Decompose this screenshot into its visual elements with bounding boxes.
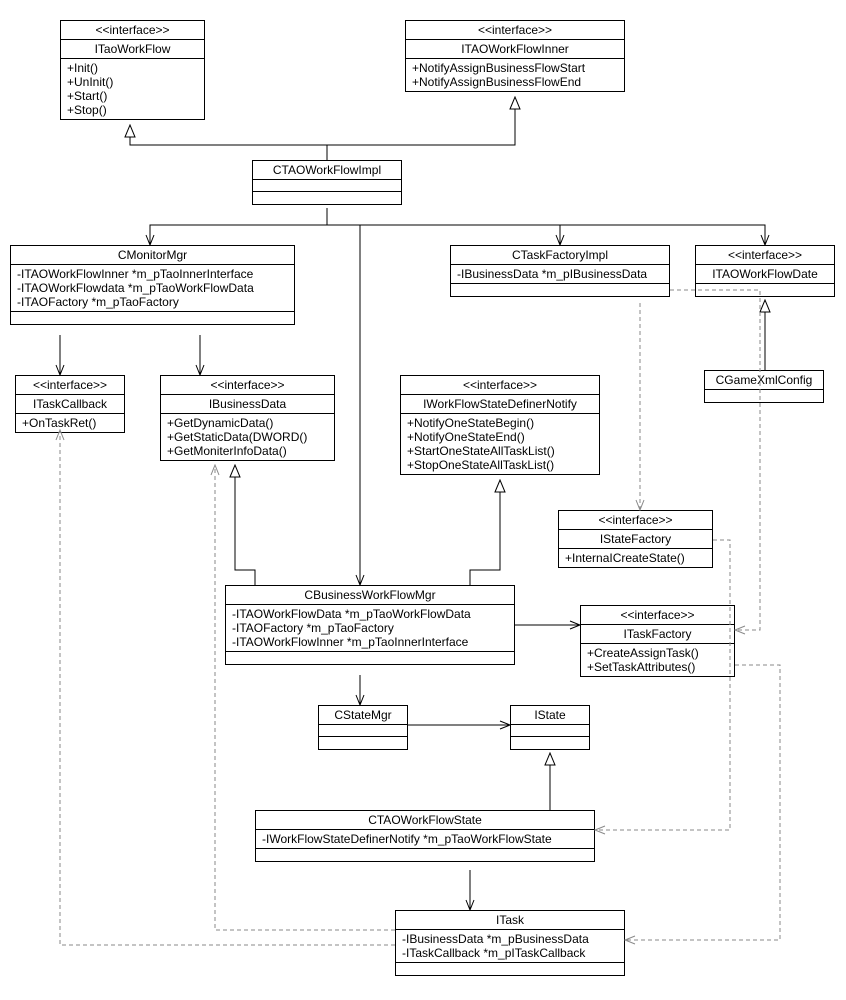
class-name: IWorkFlowStateDefinerNotify [401,395,599,414]
stereotype-label: <<interface>> [581,606,734,625]
class-name: ITask [396,911,624,930]
attribute: -IBusinessData *m_pIBusinessData [457,267,663,281]
class-iworkflowstatedefinernotify: <<interface>> IWorkFlowStateDefinerNotif… [400,375,600,475]
stereotype-label: <<interface>> [16,376,124,395]
class-istatefactory: <<interface>> IStateFactory +InternaICre… [558,510,713,568]
operation: +SetTaskAttributes() [587,660,728,674]
attribute: -ITAOWorkFlowInner *m_pTaoInnerInterface [232,635,508,649]
class-itaoworkflowdate: <<interface>> ITAOWorkFlowDate [695,245,835,297]
class-name: CTaskFactoryImpl [451,246,669,265]
class-name: CBusinessWorkFlowMgr [226,586,514,605]
class-name: CTAOWorkFlowState [256,811,594,830]
operation: +GetDynamicData() [167,416,328,430]
class-cmonitormgr: CMonitorMgr -ITAOWorkFlowInner *m_pTaoIn… [10,245,295,325]
stereotype-label: <<interface>> [696,246,834,265]
class-name: ITaskFactory [581,625,734,644]
attribute: -IBusinessData *m_pBusinessData [402,932,618,946]
attribute: -ITAOWorkFlowData *m_pTaoWorkFlowData [232,607,508,621]
class-ibusinessdata: <<interface>> IBusinessData +GetDynamicD… [160,375,335,461]
class-itaskfactory: <<interface>> ITaskFactory +CreateAssign… [580,605,735,677]
class-name: CMonitorMgr [11,246,294,265]
operation: +NotifyOneStateEnd() [407,430,593,444]
operation: +NotifyAssignBusinessFlowEnd [412,75,618,89]
operation: +NotifyOneStateBegin() [407,416,593,430]
class-cgamexmlconfig: CGameXmlConfig [704,370,824,403]
class-name: CTAOWorkFlowImpl [253,161,401,180]
operation: +Init() [67,61,198,75]
operation: +OnTaskRet() [22,416,118,430]
operation: +Start() [67,89,198,103]
attribute: -ITAOWorkFlowInner *m_pTaoInnerInterface [17,267,288,281]
operation: +CreateAssignTask() [587,646,728,660]
class-name: IStateFactory [559,530,712,549]
class-itask: ITask -IBusinessData *m_pBusinessData -I… [395,910,625,976]
class-cbusinessworkflowmgr: CBusinessWorkFlowMgr -ITAOWorkFlowData *… [225,585,515,665]
operation: +StartOneStateAllTaskList() [407,444,593,458]
class-name: IState [511,706,589,725]
class-ctaoworkflowstate: CTAOWorkFlowState -IWorkFlowStateDefiner… [255,810,595,862]
operation: +NotifyAssignBusinessFlowStart [412,61,618,75]
class-itaoworkflowinner: <<interface>> ITAOWorkFlowInner +NotifyA… [405,20,625,92]
operation: +InternaICreateState() [565,551,706,565]
class-ctaoworkflowimpl: CTAOWorkFlowImpl [252,160,402,205]
stereotype-label: <<interface>> [401,376,599,395]
stereotype-label: <<interface>> [406,21,624,40]
operation: +GetMoniterInfoData() [167,444,328,458]
operation: +GetStaticData(DWORD() [167,430,328,444]
attribute: -ITAOFactory *m_pTaoFactory [17,295,288,309]
stereotype-label: <<interface>> [61,21,204,40]
class-name: CGameXmlConfig [705,371,823,390]
operation: +UnInit() [67,75,198,89]
class-name: CStateMgr [319,706,407,725]
class-name: IBusinessData [161,395,334,414]
class-name: ITaskCallback [16,395,124,414]
operation: +Stop() [67,103,198,117]
stereotype-label: <<interface>> [161,376,334,395]
attribute: -IWorkFlowStateDefinerNotify *m_pTaoWork… [262,832,588,846]
class-name: ITAOWorkFlowDate [696,265,834,284]
class-istate: IState [510,705,590,750]
class-name: ITaoWorkFlow [61,40,204,59]
operation: +StopOneStateAllTaskList() [407,458,593,472]
attribute: -ITAOWorkFlowdata *m_pTaoWorkFlowData [17,281,288,295]
class-itaskcallback: <<interface>> ITaskCallback +OnTaskRet() [15,375,125,433]
class-cstatemgr: CStateMgr [318,705,408,750]
class-name: ITAOWorkFlowInner [406,40,624,59]
stereotype-label: <<interface>> [559,511,712,530]
class-ctaskfactoryimpl: CTaskFactoryImpl -IBusinessData *m_pIBus… [450,245,670,297]
attribute: -ITaskCallback *m_pITaskCallback [402,946,618,960]
class-itaoworkflow: <<interface>> ITaoWorkFlow +Init() +UnIn… [60,20,205,120]
attribute: -ITAOFactory *m_pTaoFactory [232,621,508,635]
